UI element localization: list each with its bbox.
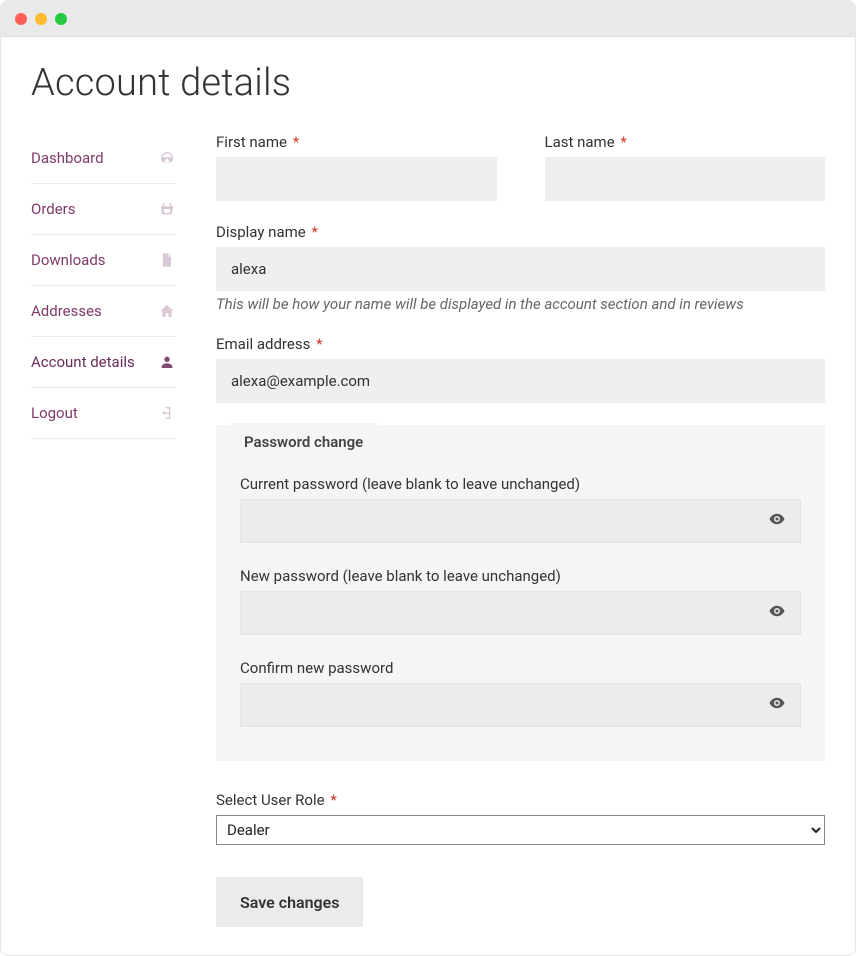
display-name-hint: This will be how your name will be displ…	[216, 295, 825, 313]
eye-icon	[768, 602, 786, 624]
sidebar-item-label: Account details	[31, 353, 135, 371]
sidebar-item-addresses[interactable]: Addresses	[31, 286, 176, 337]
window-maximize-dot[interactable]	[55, 13, 67, 25]
file-icon	[158, 251, 176, 269]
first-name-label: First name *	[216, 133, 497, 151]
sidebar-item-account-details[interactable]: Account details	[31, 337, 176, 388]
sidebar-item-logout[interactable]: Logout	[31, 388, 176, 439]
page-title: Account details	[31, 61, 825, 105]
sidebar-item-label: Logout	[31, 404, 78, 422]
user-role-label: Select User Role *	[216, 791, 825, 809]
window-titlebar	[1, 1, 855, 37]
sidebar-item-label: Addresses	[31, 302, 102, 320]
sidebar-item-downloads[interactable]: Downloads	[31, 235, 176, 286]
required-marker: *	[620, 133, 626, 151]
last-name-input[interactable]	[545, 157, 826, 201]
required-marker: *	[330, 791, 336, 809]
confirm-password-input[interactable]	[240, 683, 801, 727]
account-sidebar: Dashboard Orders Downloads	[31, 133, 176, 439]
confirm-password-label: Confirm new password	[240, 659, 801, 677]
new-password-input[interactable]	[240, 591, 801, 635]
last-name-label: Last name *	[545, 133, 826, 151]
toggle-new-password-visibility[interactable]	[763, 599, 791, 627]
toggle-confirm-password-visibility[interactable]	[763, 691, 791, 719]
window-minimize-dot[interactable]	[35, 13, 47, 25]
toggle-current-password-visibility[interactable]	[763, 507, 791, 535]
user-role-select[interactable]: Dealer	[216, 815, 825, 845]
sidebar-item-orders[interactable]: Orders	[31, 184, 176, 235]
email-input[interactable]	[216, 359, 825, 403]
app-window: Account details Dashboard Orders	[0, 0, 856, 956]
home-icon	[158, 302, 176, 320]
sidebar-item-label: Dashboard	[31, 149, 104, 167]
user-icon	[158, 353, 176, 371]
required-marker: *	[293, 133, 299, 151]
new-password-label: New password (leave blank to leave uncha…	[240, 567, 801, 585]
display-name-label: Display name *	[216, 223, 825, 241]
dashboard-icon	[158, 149, 176, 167]
save-changes-button[interactable]: Save changes	[216, 877, 363, 927]
page-content: Account details Dashboard Orders	[1, 37, 855, 955]
first-name-input[interactable]	[216, 157, 497, 201]
display-name-input[interactable]	[216, 247, 825, 291]
current-password-input[interactable]	[240, 499, 801, 543]
password-change-section: Password change Current password (leave …	[216, 425, 825, 761]
required-marker: *	[316, 335, 322, 353]
email-label: Email address *	[216, 335, 825, 353]
logout-icon	[158, 404, 176, 422]
required-marker: *	[311, 223, 317, 241]
account-details-form: First name * Last name *	[216, 133, 825, 927]
sidebar-item-dashboard[interactable]: Dashboard	[31, 133, 176, 184]
window-close-dot[interactable]	[15, 13, 27, 25]
eye-icon	[768, 510, 786, 532]
sidebar-item-label: Downloads	[31, 251, 106, 269]
password-change-legend: Password change	[230, 423, 377, 461]
current-password-label: Current password (leave blank to leave u…	[240, 475, 801, 493]
basket-icon	[158, 200, 176, 218]
sidebar-item-label: Orders	[31, 200, 76, 218]
eye-icon	[768, 694, 786, 716]
